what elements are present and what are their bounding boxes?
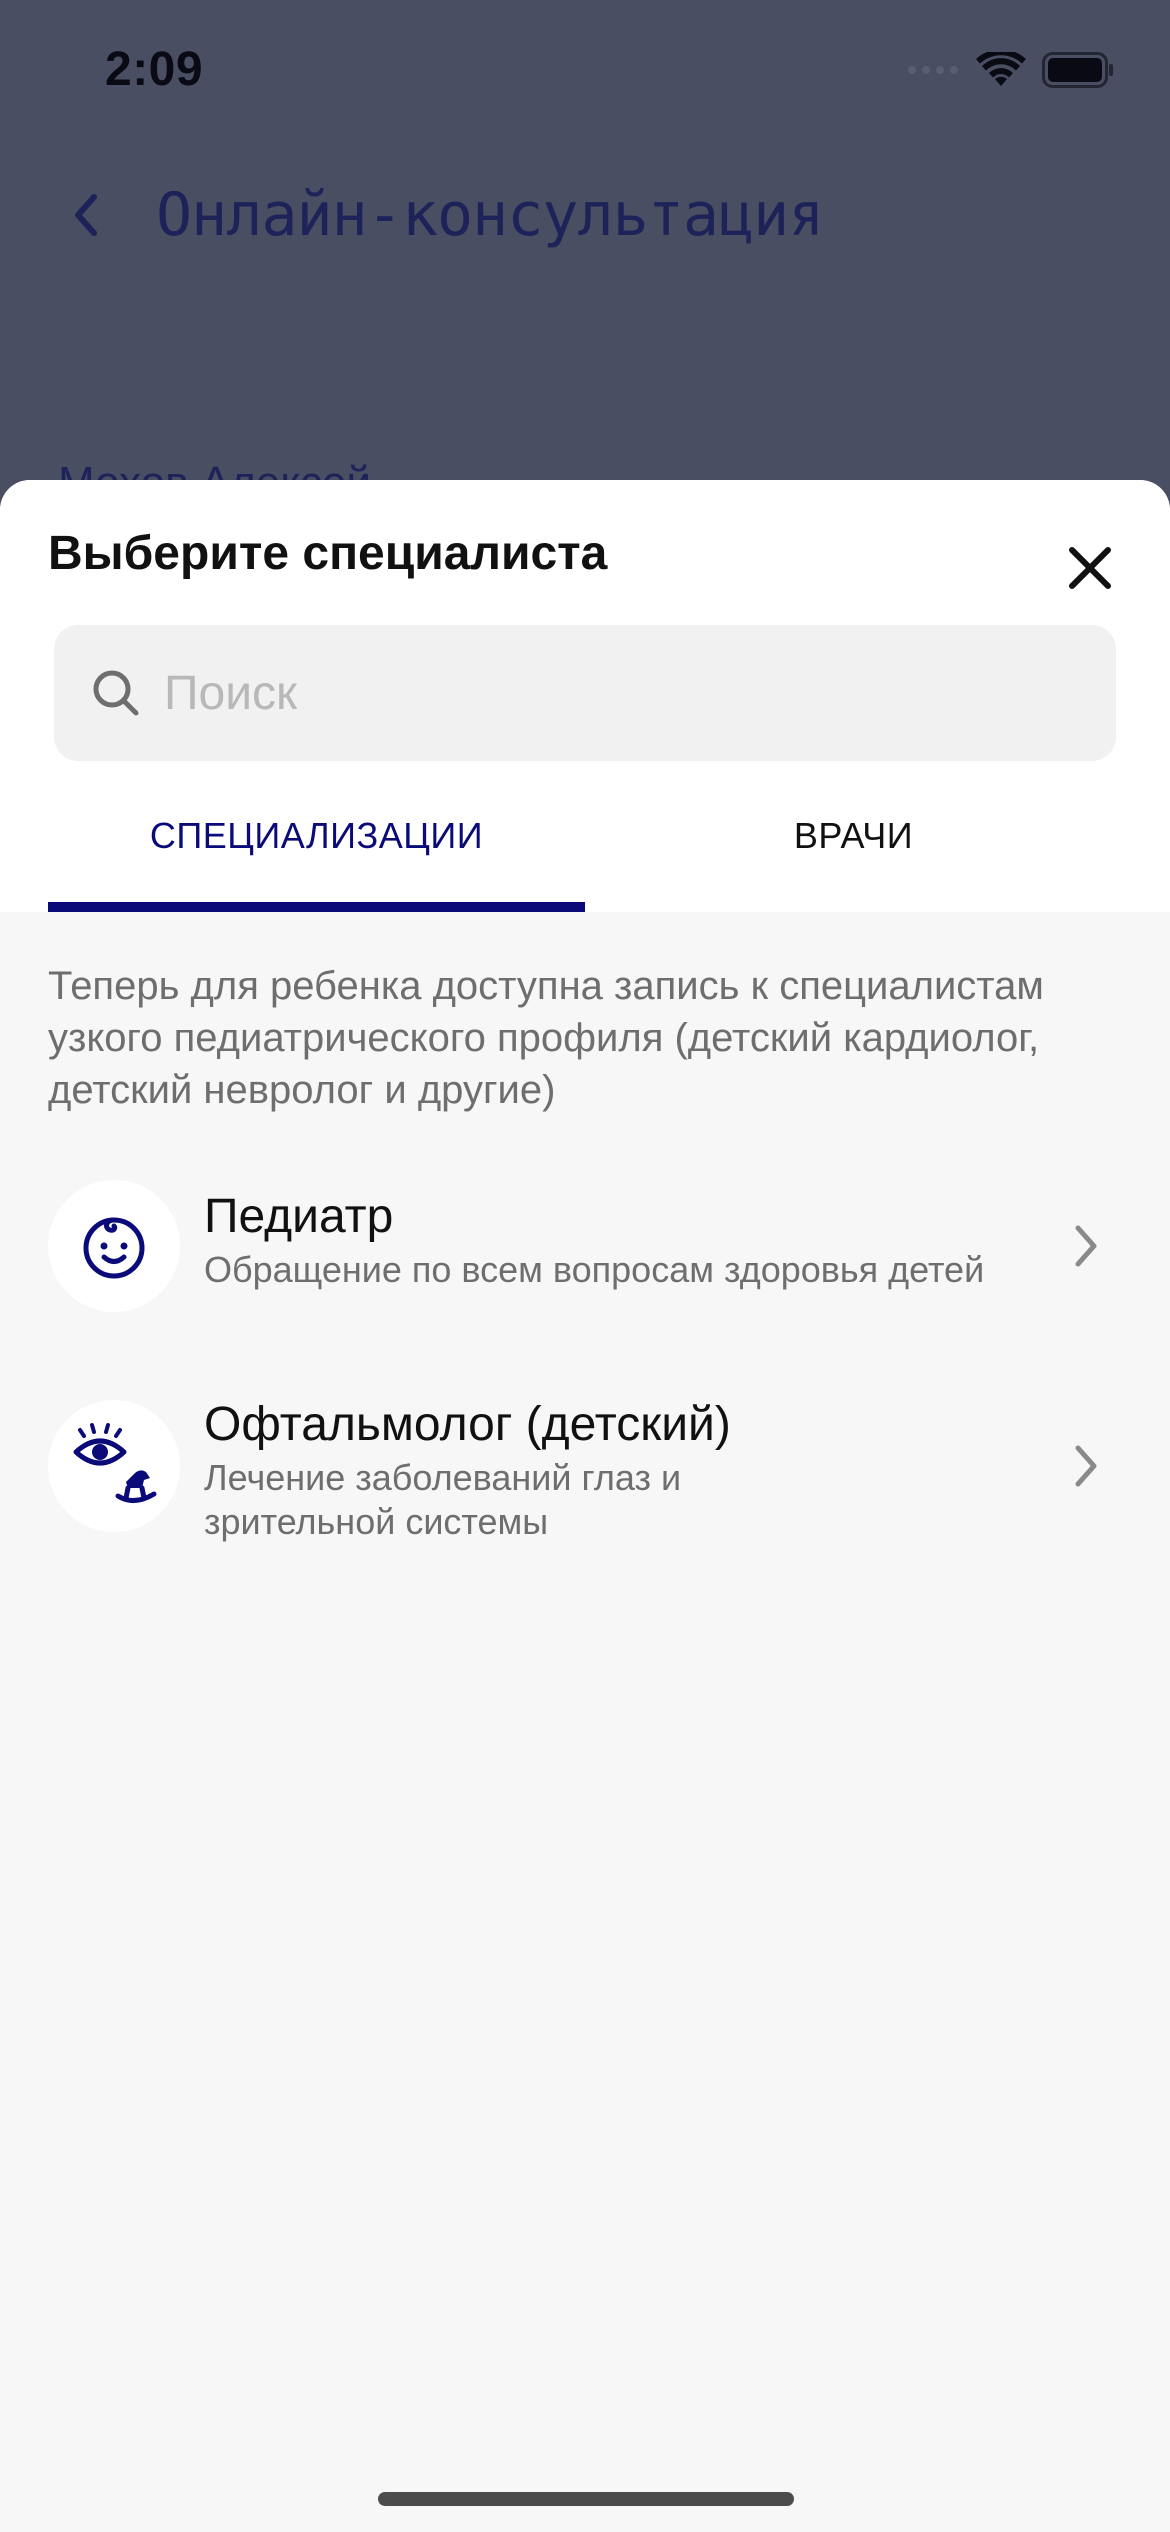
chevron-right-icon bbox=[1068, 1222, 1104, 1270]
specialist-description: Лечение заболеваний глаз и зрительной си… bbox=[204, 1457, 682, 1542]
specialist-picker-sheet: Выберите специалиста СПЕЦИАЛИЗАЦИИ ВРАЧИ… bbox=[0, 480, 1170, 2532]
battery-icon bbox=[1042, 52, 1114, 93]
status-time: 2:09 bbox=[105, 43, 204, 96]
tab-doctors[interactable]: ВРАЧИ bbox=[585, 780, 1122, 912]
info-text: Теперь для ребенка доступна запись к спе… bbox=[48, 964, 1044, 1112]
status-icons bbox=[906, 49, 1114, 93]
close-icon bbox=[1069, 547, 1111, 589]
wifi-icon bbox=[976, 49, 1026, 93]
search-field[interactable] bbox=[54, 625, 1116, 761]
specialist-avatar bbox=[48, 1400, 180, 1532]
search-input[interactable] bbox=[164, 625, 1116, 761]
eye-rocking-horse-icon bbox=[73, 1423, 157, 1503]
specialist-text: Офтальмолог (детский) Лечение заболевани… bbox=[204, 1396, 1054, 1544]
specialist-avatar bbox=[48, 1180, 180, 1312]
specialist-item-ophthalmologist[interactable]: Офтальмолог (детский) Лечение заболевани… bbox=[0, 1398, 1170, 1600]
baby-face-icon bbox=[83, 1217, 145, 1279]
back-button[interactable] bbox=[70, 183, 118, 247]
specialist-description: Обращение по всем вопросам здоровья дете… bbox=[204, 1249, 985, 1290]
tab-specializations[interactable]: СПЕЦИАЛИЗАЦИИ bbox=[48, 780, 585, 912]
cellular-signal-icon bbox=[906, 63, 960, 82]
specialist-name: Педиатр bbox=[204, 1190, 394, 1243]
specialist-name: Офтальмолог (детский) bbox=[204, 1398, 731, 1451]
specialist-text: Педиатр Обращение по всем вопросам здоро… bbox=[204, 1188, 1054, 1292]
home-indicator[interactable] bbox=[378, 2492, 794, 2506]
specialist-item-pediatrician[interactable]: Педиатр Обращение по всем вопросам здоро… bbox=[0, 1180, 1170, 1378]
sheet-title: Выберите специалиста bbox=[48, 527, 608, 580]
sheet-header: Выберите специалиста СПЕЦИАЛИЗАЦИИ ВРАЧИ bbox=[0, 480, 1170, 912]
background-page-title: Онлайн-консультация bbox=[156, 180, 824, 250]
search-icon bbox=[90, 667, 142, 719]
tab-bar: СПЕЦИАЛИЗАЦИИ ВРАЧИ bbox=[48, 780, 1122, 912]
close-button[interactable] bbox=[1058, 536, 1122, 600]
chevron-right-icon bbox=[1068, 1442, 1104, 1490]
background-header: Онлайн-консультация bbox=[70, 180, 824, 250]
chevron-left-icon bbox=[75, 194, 97, 236]
specialist-list: Педиатр Обращение по всем вопросам здоро… bbox=[0, 1180, 1170, 1600]
